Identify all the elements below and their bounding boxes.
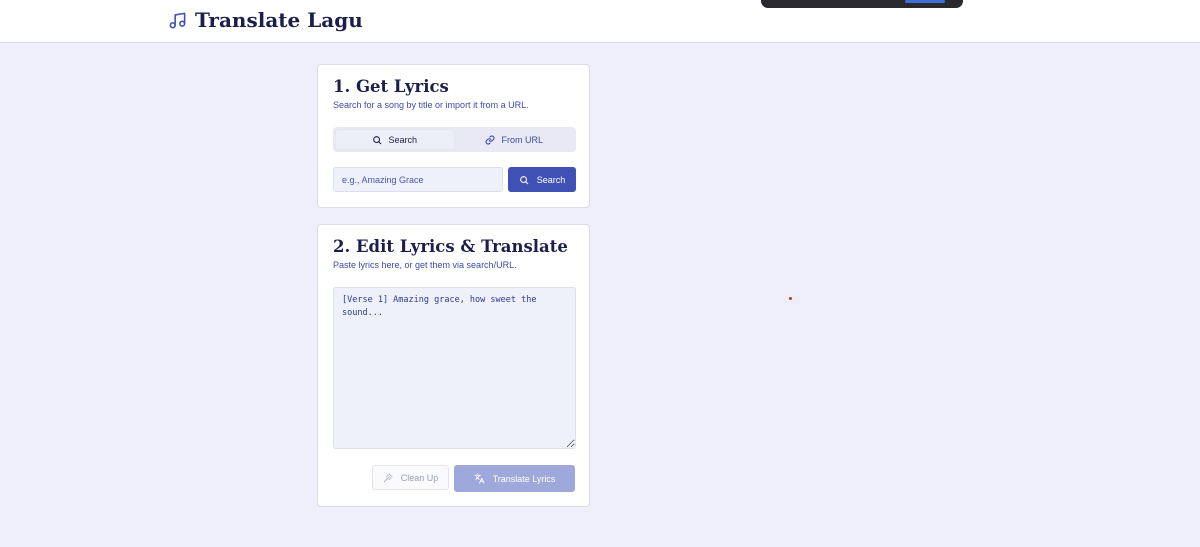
lyrics-textarea[interactable]	[333, 287, 576, 449]
popup-button[interactable]	[905, 0, 945, 3]
translate-lyrics-button[interactable]: Translate Lyrics	[454, 465, 575, 492]
edit-lyrics-title: 2. Edit Lyrics & Translate	[333, 237, 568, 256]
edit-lyrics-card: 2. Edit Lyrics & Translate Paste lyrics …	[317, 224, 590, 507]
song-search-input[interactable]	[333, 167, 503, 192]
get-lyrics-title: 1. Get Lyrics	[333, 77, 449, 96]
app-title: Translate Lagu	[195, 8, 363, 32]
tab-from-url-label: From URL	[501, 134, 543, 145]
translate-lyrics-label: Translate Lyrics	[492, 473, 556, 484]
edit-lyrics-subtitle: Paste lyrics here, or get them via searc…	[333, 260, 517, 270]
clean-up-button[interactable]: Clean Up	[372, 465, 449, 490]
magic-wand-icon	[383, 472, 393, 483]
search-button[interactable]: Search	[508, 167, 576, 192]
get-lyrics-card: 1. Get Lyrics Search for a song by title…	[317, 64, 590, 208]
link-icon	[485, 135, 495, 145]
source-tabs: Search From URL	[333, 127, 576, 152]
brand[interactable]: Translate Lagu	[168, 8, 363, 32]
cursor-dot	[789, 297, 792, 300]
clean-up-label: Clean Up	[400, 472, 439, 483]
search-icon	[372, 135, 382, 145]
search-button-label: Search	[536, 174, 566, 185]
music-note-icon	[168, 11, 187, 30]
tab-search[interactable]: Search	[335, 129, 455, 150]
search-icon	[519, 175, 529, 185]
tab-search-label: Search	[388, 134, 418, 145]
top-popup-panel	[761, 0, 963, 8]
get-lyrics-subtitle: Search for a song by title or import it …	[333, 100, 529, 110]
tab-from-url[interactable]: From URL	[455, 129, 575, 150]
app-header: Translate Lagu	[0, 0, 1200, 43]
translate-icon	[474, 473, 485, 484]
